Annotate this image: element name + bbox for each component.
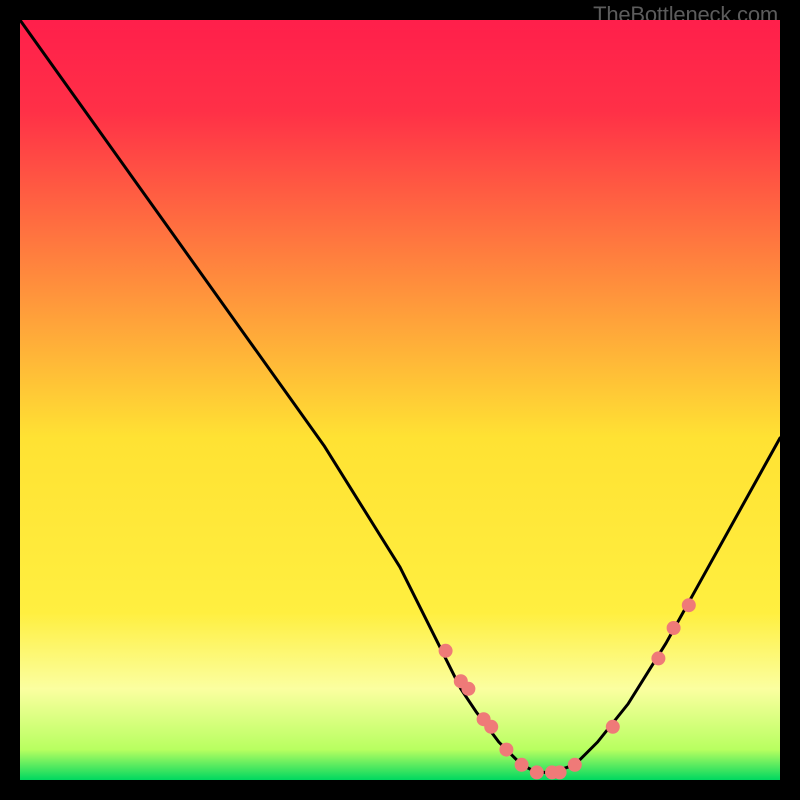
gradient-background bbox=[20, 20, 780, 780]
curve-marker bbox=[439, 644, 453, 658]
curve-marker bbox=[667, 621, 681, 635]
curve-marker bbox=[499, 743, 513, 757]
chart-frame bbox=[20, 20, 780, 780]
curve-marker bbox=[651, 651, 665, 665]
curve-marker bbox=[606, 720, 620, 734]
curve-marker bbox=[515, 758, 529, 772]
curve-marker bbox=[568, 758, 582, 772]
bottleneck-chart bbox=[20, 20, 780, 780]
curve-marker bbox=[484, 720, 498, 734]
curve-marker bbox=[553, 765, 567, 779]
curve-marker bbox=[530, 765, 544, 779]
curve-marker bbox=[461, 682, 475, 696]
curve-marker bbox=[682, 598, 696, 612]
